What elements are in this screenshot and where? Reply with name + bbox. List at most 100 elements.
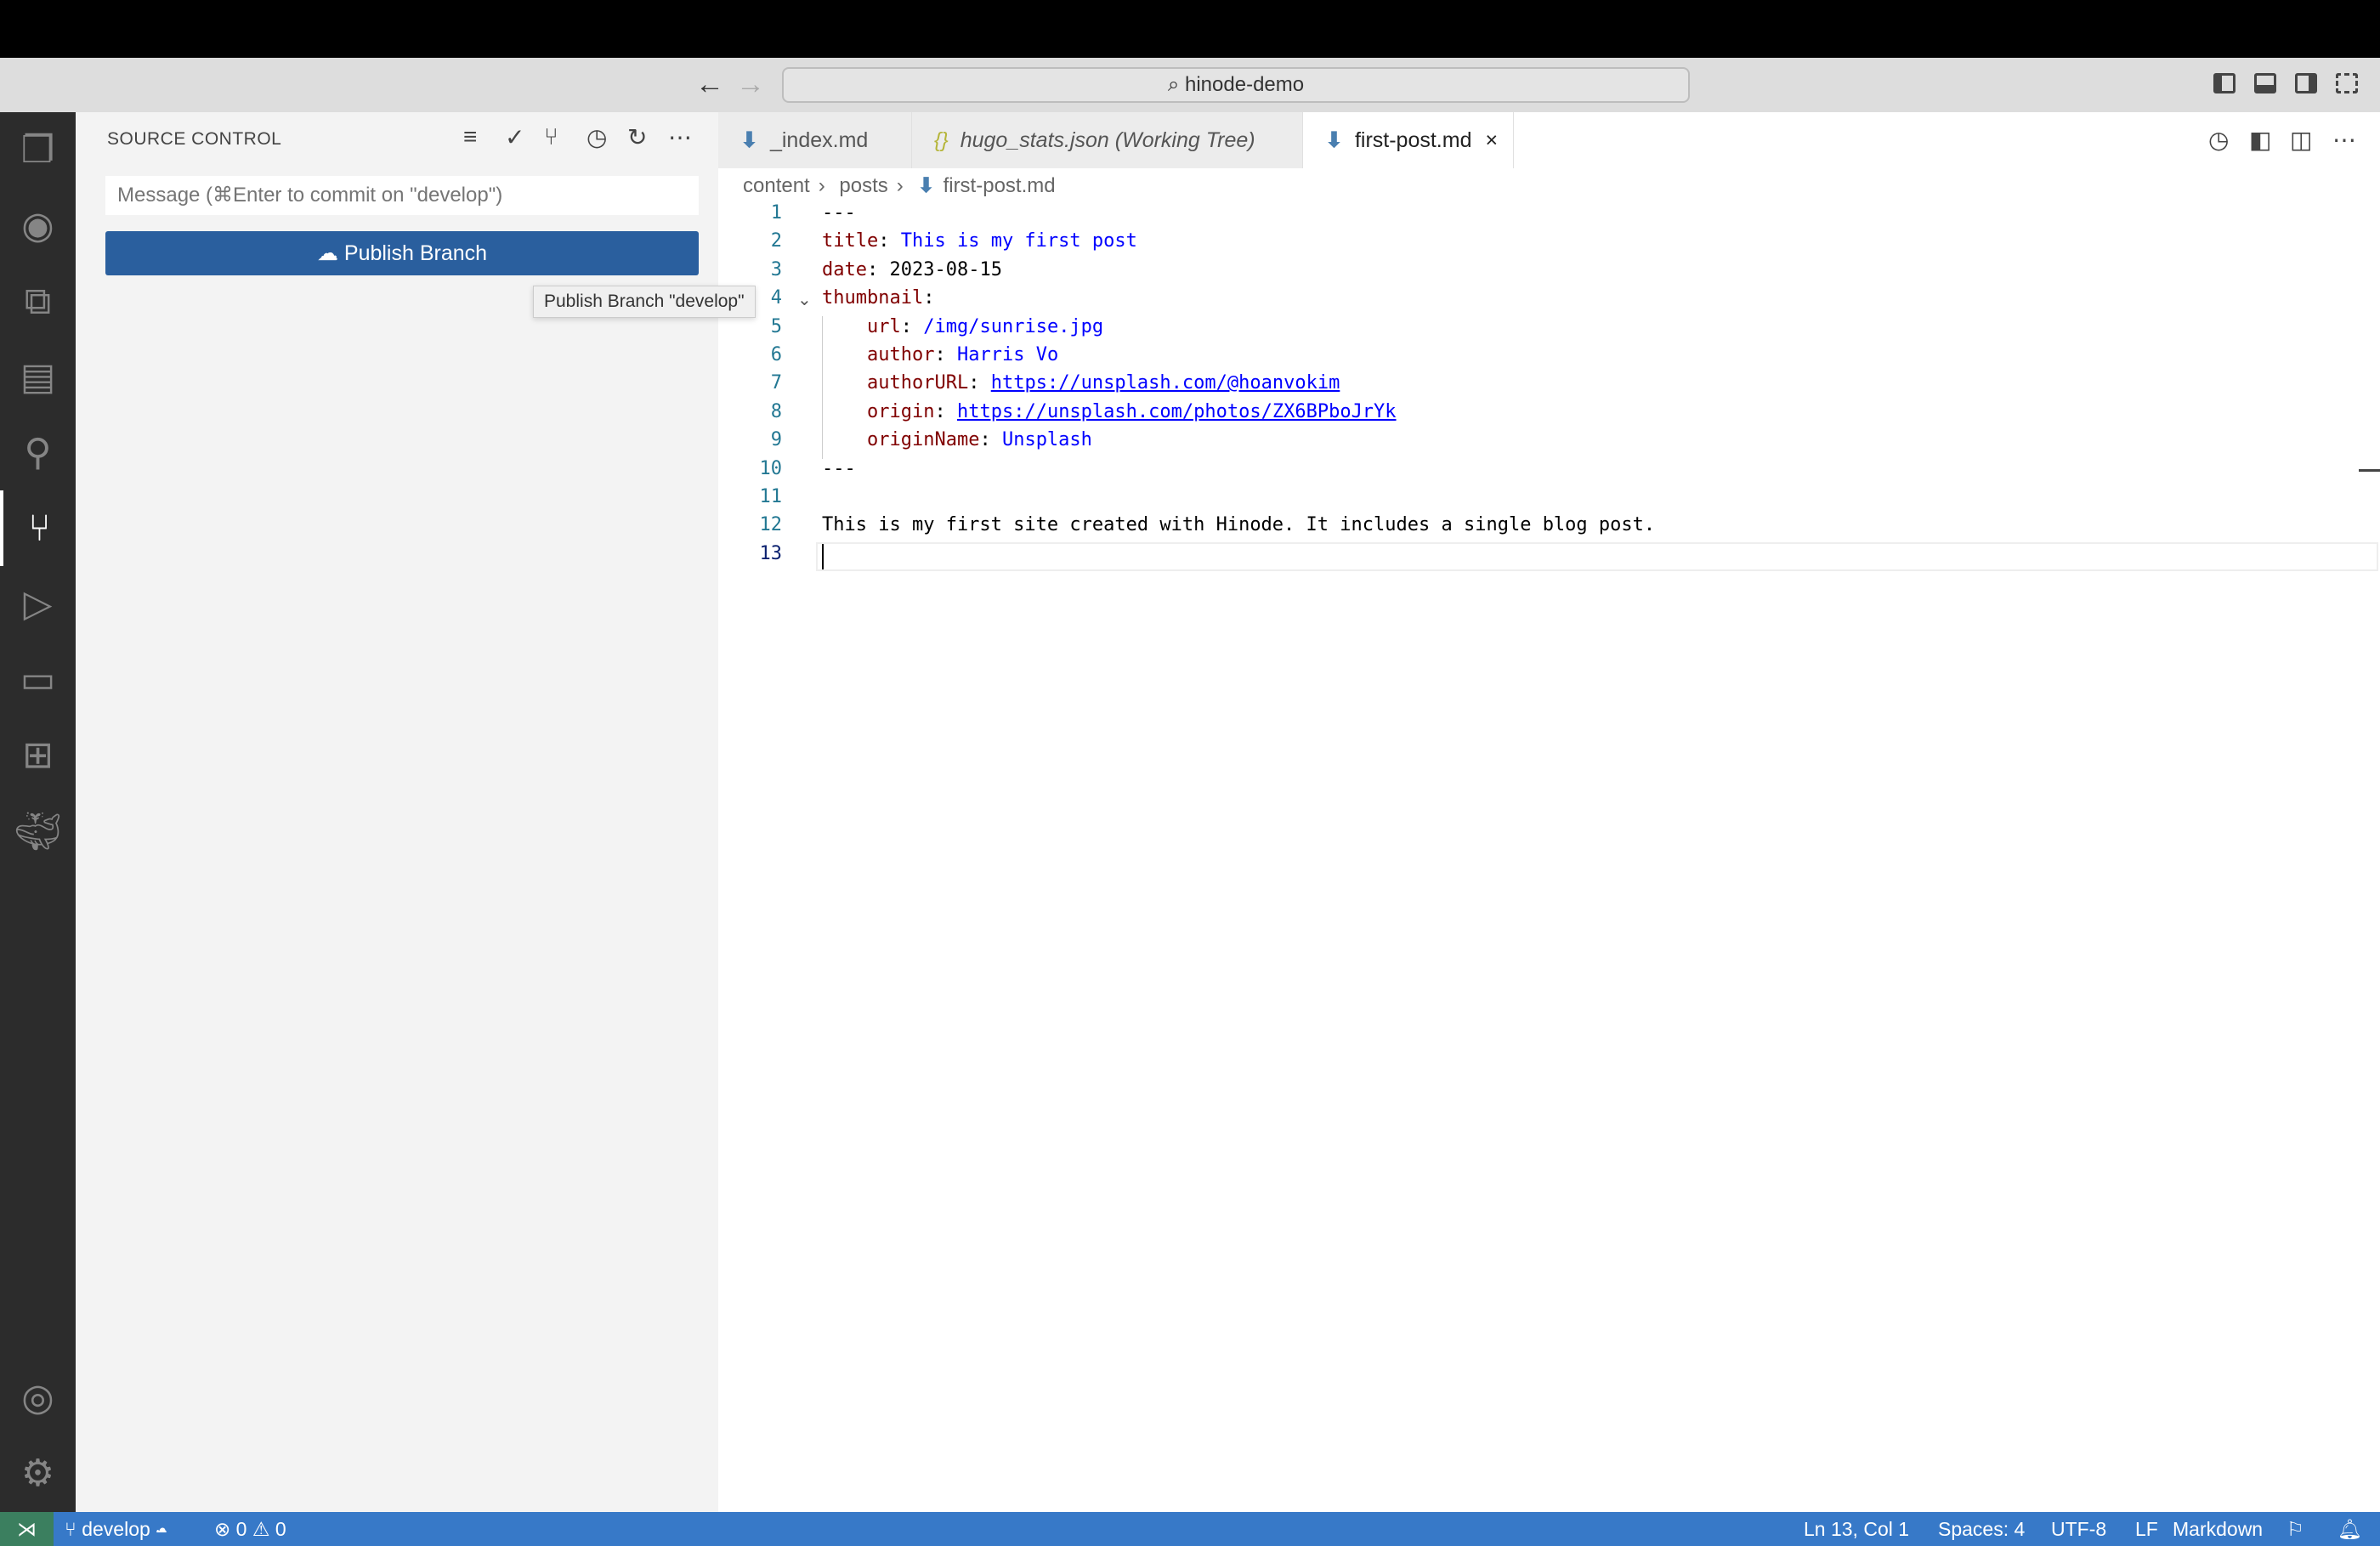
- branch-name: develop: [82, 1518, 150, 1540]
- colon: :: [866, 258, 890, 280]
- publish-tooltip: Publish Branch "develop": [533, 286, 756, 318]
- code-line: author: Harris Vo: [867, 344, 1058, 365]
- search-icon[interactable]: ⚲: [0, 415, 76, 490]
- tab-label: hugo_stats.json (Working Tree): [960, 127, 1255, 152]
- activity-bar: ❐ ◉ ⧉ ▤ ⚲ ⑂ ▷ ▭ ⊞ 🐳︎ ◎ ⚙: [0, 112, 76, 1512]
- remote-explorer-icon[interactable]: ⧉: [0, 263, 76, 339]
- line-number: 7: [770, 372, 782, 394]
- markdown-icon: ⬇: [1325, 128, 1343, 152]
- split-editor-icon[interactable]: ◫: [2290, 126, 2312, 154]
- breadcrumb-content[interactable]: content: [743, 174, 810, 197]
- yaml-key: originName: [867, 429, 980, 451]
- overview-ruler-marker: [2359, 469, 2380, 472]
- refresh-icon[interactable]: ↻: [627, 123, 647, 151]
- publish-branch-button[interactable]: ☁ Publish Branch: [105, 231, 699, 275]
- code-line: authorURL: https://unsplash.com/@hoanvok…: [867, 372, 1340, 394]
- colon: :: [934, 400, 957, 422]
- branch-indicator[interactable]: ⑂ develop ☁: [65, 1512, 167, 1546]
- yaml-key: authorURL: [867, 372, 969, 394]
- close-tab-icon[interactable]: ×: [1485, 128, 1498, 153]
- text-cursor: [822, 544, 824, 569]
- colon: :: [878, 230, 901, 252]
- encoding[interactable]: UTF-8: [2051, 1512, 2106, 1546]
- fold-chevron-icon[interactable]: ⌄: [797, 289, 812, 310]
- create-pull-request-icon[interactable]: ⑂: [544, 123, 558, 150]
- yaml-key: title: [822, 230, 879, 252]
- tab-index-md[interactable]: ⬇ _index.md: [718, 112, 912, 168]
- warning-icon: ⚠: [246, 1518, 275, 1540]
- notifications-bell-icon[interactable]: 🔔︎: [2338, 1512, 2362, 1546]
- run-debug-icon[interactable]: ▷: [0, 566, 76, 642]
- colon: :: [934, 344, 957, 365]
- timeline-icon[interactable]: ◷: [2208, 126, 2229, 154]
- toggle-secondary-sidebar-icon[interactable]: [2295, 73, 2317, 93]
- source-control-sidebar: [76, 112, 718, 1512]
- tab-label: first-post.md: [1354, 127, 1472, 152]
- cursor-position[interactable]: Ln 13, Col 1: [1804, 1512, 1909, 1546]
- breadcrumb-posts[interactable]: posts: [839, 174, 887, 197]
- branch-icon: ⑂: [65, 1518, 82, 1540]
- line-number: 9: [770, 429, 782, 451]
- status-bar: ⋊ ⑂ develop ☁ ⊗ 0 ⚠ 0 Ln 13, Col 1 Space…: [0, 1512, 2380, 1546]
- colon: :: [968, 372, 991, 394]
- commit-check-icon[interactable]: ✓: [505, 123, 524, 151]
- current-line-highlight: [816, 542, 2378, 571]
- history-icon[interactable]: ◷: [586, 123, 607, 151]
- language-mode[interactable]: Markdown: [2173, 1512, 2263, 1546]
- account-icon[interactable]: ◎: [0, 1360, 76, 1436]
- yaml-key: author: [867, 344, 935, 365]
- source-control-icon[interactable]: ⑂: [0, 490, 76, 566]
- problems-indicator[interactable]: ⊗ 0 ⚠ 0: [214, 1512, 286, 1546]
- json-icon: {}: [934, 127, 949, 152]
- end-of-line[interactable]: LF: [2135, 1512, 2158, 1546]
- code-line: url: /img/sunrise.jpg: [867, 316, 1103, 337]
- workspace-name: hinode-demo: [1185, 73, 1305, 96]
- line-number: 2: [770, 230, 782, 252]
- markdown-icon: ⬇: [917, 174, 935, 197]
- toggle-panel-icon[interactable]: [2254, 73, 2276, 93]
- tab-first-post-md[interactable]: ⬇ first-post.md ×: [1303, 112, 1514, 168]
- line-number: 6: [770, 344, 782, 365]
- error-count: 0: [235, 1518, 247, 1540]
- more-actions-icon[interactable]: ⋯: [668, 123, 692, 151]
- text: ---: [822, 202, 856, 224]
- breadcrumb: content › posts › ⬇ first-post.md: [743, 173, 1064, 198]
- line-number: 8: [770, 400, 782, 422]
- yaml-link[interactable]: https://unsplash.com/@hoanvokim: [991, 372, 1340, 394]
- sidebar-title: SOURCE CONTROL: [107, 129, 282, 149]
- code-line: originName: Unsplash: [867, 429, 1092, 450]
- back-arrow-icon[interactable]: ←: [695, 68, 724, 101]
- open-preview-icon[interactable]: ◧: [2249, 126, 2271, 154]
- settings-gear-icon[interactable]: ⚙: [0, 1436, 76, 1511]
- book-icon[interactable]: ▤: [0, 339, 76, 415]
- more-actions-icon[interactable]: ⋯: [2332, 126, 2356, 154]
- customize-layout-icon[interactable]: [2336, 73, 2358, 93]
- indentation[interactable]: Spaces: 4: [1938, 1512, 2025, 1546]
- toggle-primary-sidebar-icon[interactable]: [2213, 73, 2236, 93]
- yaml-value: This is my first post: [900, 230, 1137, 252]
- yaml-value: /img/sunrise.jpg: [923, 315, 1104, 337]
- command-center-search[interactable]: ⌕ hinode-demo: [782, 67, 1690, 103]
- cloud-upload-icon: ☁: [316, 241, 344, 265]
- code-line: ---: [822, 202, 856, 224]
- forward-arrow-icon[interactable]: →: [736, 68, 765, 101]
- line-number: 5: [770, 315, 782, 337]
- code-line: date: 2023-08-15: [822, 259, 1002, 280]
- remote-icon[interactable]: ▭: [0, 642, 76, 717]
- extensions-icon[interactable]: ⊞: [0, 717, 76, 793]
- view-as-tree-icon[interactable]: ≡: [463, 123, 477, 150]
- breadcrumb-file[interactable]: first-post.md: [944, 174, 1056, 197]
- yaml-key: origin: [867, 400, 935, 422]
- remote-indicator-icon[interactable]: ⋊: [0, 1512, 54, 1546]
- text: ---: [822, 457, 856, 479]
- live-share-icon[interactable]: ⚐: [2286, 1512, 2304, 1546]
- commit-message-input[interactable]: [105, 176, 699, 215]
- yaml-key: url: [867, 315, 901, 337]
- line-number: 11: [759, 486, 783, 507]
- docker-icon[interactable]: 🐳︎: [0, 793, 76, 869]
- code-line: This is my first site created with Hinod…: [822, 514, 1655, 535]
- github-icon[interactable]: ◉: [0, 188, 76, 263]
- explorer-icon[interactable]: ❐: [0, 112, 76, 188]
- yaml-link[interactable]: https://unsplash.com/photos/ZX6BPboJrYk: [957, 401, 1397, 422]
- tab-hugo-stats-json[interactable]: {} hugo_stats.json (Working Tree): [912, 112, 1303, 168]
